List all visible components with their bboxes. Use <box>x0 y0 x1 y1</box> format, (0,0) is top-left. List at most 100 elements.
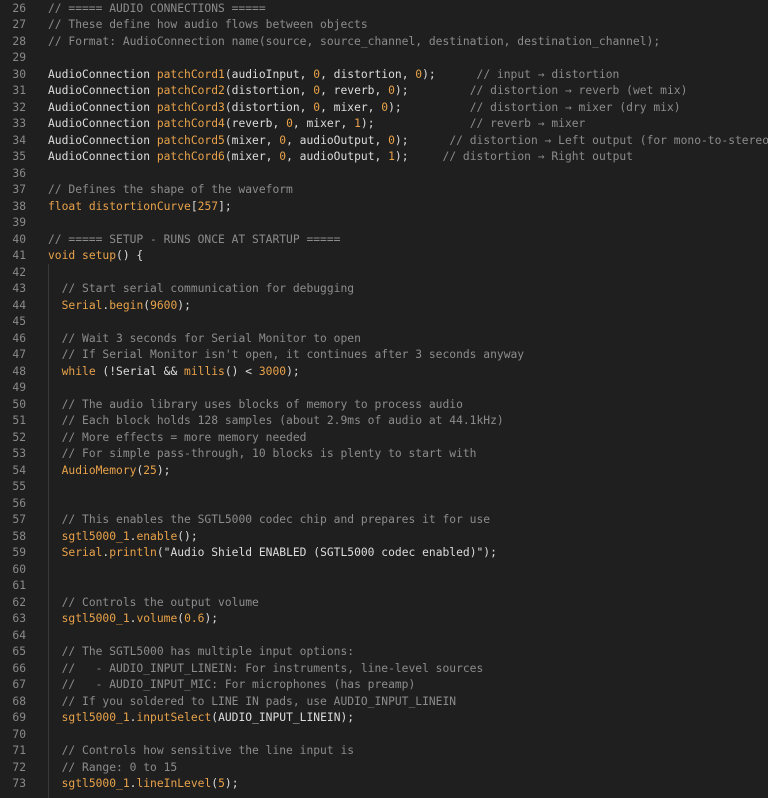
code-line[interactable]: 60 <box>0 562 768 579</box>
code-line[interactable]: 58 sgtl5000_1.enable(); <box>0 529 768 546</box>
code-token: // - AUDIO_INPUT_MIC: For microphones (h… <box>61 678 416 691</box>
line-number: 56 <box>12 496 26 510</box>
code-line[interactable]: 71 // Controls how sensitive the line in… <box>0 743 768 760</box>
code-token: // Controls how sensitive the line input… <box>61 744 355 757</box>
code-line[interactable]: 45 <box>0 314 768 331</box>
code-line[interactable]: 34 AudioConnection patchCord5(mixer, 0, a… <box>0 133 768 150</box>
code-line[interactable]: 62 // Controls the output volume <box>0 595 768 612</box>
line-number: 35 <box>12 150 26 163</box>
code-line[interactable]: 50 // The audio library uses blocks of m… <box>0 397 768 414</box>
code-line[interactable]: 31 AudioConnection patchCord2(distortion,… <box>0 83 768 100</box>
line-code: // ===== AUDIO CONNECTIONS ===== <box>48 1 266 18</box>
code-token: (reverb, <box>224 117 287 130</box>
code-token: ); <box>394 84 470 97</box>
code-line[interactable]: 72 // Range: 0 to 15 <box>0 760 768 777</box>
code-token: ); <box>360 117 470 130</box>
line-number: 42 <box>12 265 26 279</box>
code-token: // The SGTL5000 has multiple input optio… <box>61 645 355 658</box>
line-number: 61 <box>12 579 26 592</box>
code-line[interactable]: 44 Serial.begin(9600); <box>0 298 768 315</box>
code-line[interactable]: 47 // If Serial Monitor isn't open, it c… <box>0 347 768 364</box>
line-code: // Controls how sensitive the line input… <box>48 743 354 760</box>
code-line[interactable]: 33 AudioConnection patchCord4(reverb, 0, … <box>0 116 768 133</box>
code-line[interactable]: 27 // These define how audio flows betwee… <box>0 17 768 34</box>
line-number: 32 <box>12 100 26 114</box>
code-editor[interactable]: 26 // ===== AUDIO CONNECTIONS ===== 27 // T… <box>0 0 768 798</box>
code-line[interactable]: 52 // More effects = more memory needed <box>0 430 768 447</box>
code-token: 1 <box>388 150 395 163</box>
code-line[interactable]: 63 sgtl5000_1.volume(0.6); <box>0 611 768 628</box>
code-token: (); <box>177 529 198 543</box>
line-code: sgtl5000_1.inputSelect(AUDIO_INPUT_LINEI… <box>48 710 354 727</box>
code-line[interactable]: 69 sgtl5000_1.inputSelect(AUDIO_INPUT_LI… <box>0 710 768 727</box>
code-line[interactable]: 49 <box>0 380 768 397</box>
code-line[interactable]: 43 // Start serial communication for deb… <box>0 281 768 298</box>
code-line[interactable]: 38 float distortionCurve[257]; <box>0 199 768 216</box>
code-line[interactable]: 55 <box>0 479 768 496</box>
line-number: 44 <box>12 298 26 312</box>
code-token: volume <box>136 612 178 625</box>
code-line[interactable]: 39 <box>0 215 768 232</box>
code-line[interactable]: 28 // Format: AudioConnection name(source… <box>0 34 768 51</box>
line-code: // - AUDIO_INPUT_LINEIN: For instruments… <box>48 661 484 678</box>
code-line[interactable]: 66 // - AUDIO_INPUT_LINEIN: For instrume… <box>0 661 768 678</box>
code-token: // For simple pass-through, 10 blocks is… <box>61 447 477 460</box>
code-line[interactable]: 32 AudioConnection patchCord3(distortion,… <box>0 100 768 117</box>
line-code: // The SGTL5000 has multiple input optio… <box>48 644 354 661</box>
code-token: 9600 <box>150 298 178 312</box>
code-token: patchCord1 <box>156 67 225 81</box>
code-line[interactable]: 54 AudioMemory(25); <box>0 463 768 480</box>
code-line[interactable]: 70 <box>0 727 768 744</box>
code-line[interactable]: 61 <box>0 578 768 595</box>
code-line[interactable]: 41 void setup() { <box>0 248 768 265</box>
code-token: // - AUDIO_INPUT_LINEIN: For instruments… <box>61 661 484 675</box>
code-line[interactable]: 46 // Wait 3 seconds for Serial Monitor … <box>0 331 768 348</box>
code-line[interactable]: 67 // - AUDIO_INPUT_MIC: For microphones… <box>0 677 768 694</box>
code-line[interactable]: 59 Serial.println("Audio Shield ENABLED … <box>0 545 768 562</box>
line-number: 55 <box>12 480 26 493</box>
code-token: // Defines the shape of the waveform <box>48 183 293 196</box>
code-line[interactable]: 26 // ===== AUDIO CONNECTIONS ===== <box>0 1 768 18</box>
code-line[interactable]: 53 // For simple pass-through, 10 blocks… <box>0 446 768 463</box>
line-number: 26 <box>12 1 26 15</box>
code-token: // ===== AUDIO CONNECTIONS ===== <box>48 1 266 15</box>
line-number: 51 <box>12 414 26 427</box>
line-number: 57 <box>12 513 26 526</box>
code-line[interactable]: 51 // Each block holds 128 samples (abou… <box>0 413 768 430</box>
code-line[interactable]: 56 <box>0 496 768 513</box>
code-line[interactable]: 57 // This enables the SGTL5000 codec ch… <box>0 512 768 529</box>
code-line[interactable]: 68 // If you soldered to LINE IN pads, u… <box>0 694 768 711</box>
code-token: 0 <box>388 84 395 97</box>
code-line[interactable]: 37 // Defines the shape of the waveform <box>0 182 768 199</box>
line-number: 47 <box>12 348 26 361</box>
line-number: 73 <box>12 777 26 790</box>
code-token: // Controls the output volume <box>61 595 259 609</box>
line-number: 69 <box>12 711 26 724</box>
code-line[interactable]: 65 // The SGTL5000 has multiple input op… <box>0 644 768 661</box>
code-line[interactable]: 36 <box>0 166 768 183</box>
code-line[interactable]: 30 AudioConnection patchCord1(audioInput,… <box>0 67 768 84</box>
code-token: (mixer, <box>224 133 280 147</box>
code-token: 5 <box>218 777 225 790</box>
code-token: // Wait 3 seconds for Serial Monitor to … <box>61 331 361 345</box>
code-line[interactable]: 29 <box>0 50 768 67</box>
code-token: // input → distortion <box>476 67 620 81</box>
code-line[interactable]: 64 <box>0 628 768 645</box>
line-number: 60 <box>12 562 26 576</box>
code-line[interactable]: 42 <box>0 265 768 282</box>
line-number: 50 <box>12 397 26 411</box>
code-line[interactable]: 35 AudioConnection patchCord6(mixer, 0, a… <box>0 149 768 166</box>
code-line[interactable]: 48 while (!Serial && millis() < 3000); <box>0 364 768 381</box>
code-line[interactable]: 40 // ===== SETUP - RUNS ONCE AT STARTUP … <box>0 232 768 249</box>
line-number: 67 <box>12 678 26 691</box>
code-line[interactable]: 73 sgtl5000_1.lineInLevel(5); <box>0 776 768 793</box>
